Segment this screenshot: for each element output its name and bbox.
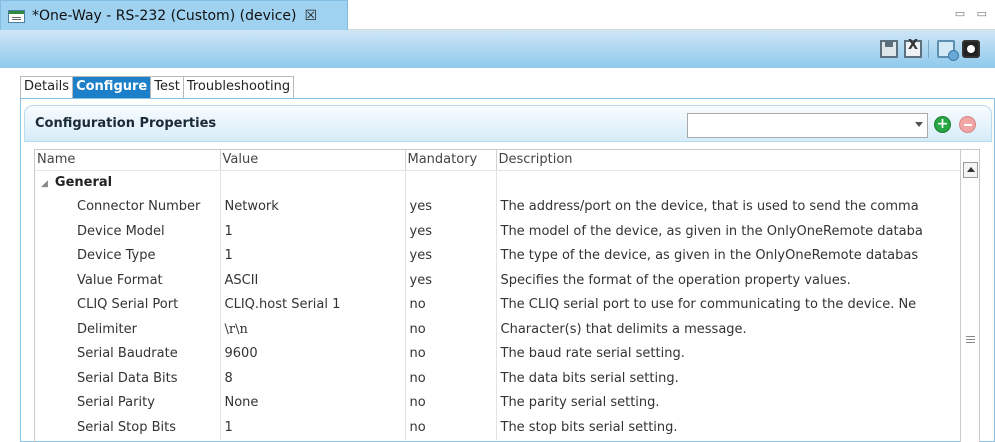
table-row[interactable]: Value Format ASCII yes Specifies the format… [35,268,961,293]
mandatory-cell: yes [405,194,497,219]
dropdown-arrow-icon[interactable] [915,122,923,127]
window-controls[interactable]: ▭ ▭ [955,7,991,20]
value-cell[interactable]: Network [220,194,406,219]
table-row[interactable]: Serial Baudrate 9600 no The baud rate seria… [35,341,961,366]
mandatory-cell: yes [405,268,497,293]
mandatory-cell: no [405,317,497,342]
description-cell: The parity serial setting. [496,390,961,415]
table-row[interactable]: Connector Number Network yes The address/po… [35,194,961,219]
mandatory-cell: no [405,292,497,317]
remove-icon[interactable] [959,116,976,133]
column-header-name[interactable]: Name [35,150,221,171]
save-all-icon[interactable]: X [904,38,922,58]
name-cell: Value Format [35,268,221,293]
name-cell: Connector Number [35,194,221,219]
description-cell: The baud rate serial setting. [496,341,961,366]
refresh-icon[interactable] [937,40,959,61]
tab-troubleshooting[interactable]: Troubleshooting [184,77,293,98]
scroll-thumb-grip-icon[interactable] [966,336,975,343]
name-cell: Device Type [35,243,221,268]
group-mandatory-cell [405,170,497,195]
section-title: Configuration Properties [35,116,217,131]
configuration-panel: Configuration Properties + Name Value Ma… [20,98,995,442]
description-cell: The address/port on the device, that is … [496,194,961,219]
close-tab-icon[interactable]: ☒ [305,8,318,24]
monitor-icon[interactable] [962,40,980,58]
group-description-cell [496,170,961,195]
editor-tab-strip: *One-Way - RS-232 (Custom) (device) ☒ ▭ … [0,0,995,31]
configuration-panel-header: Configuration Properties + [24,105,992,142]
editor-tab[interactable]: *One-Way - RS-232 (Custom) (device) ☒ [0,0,348,31]
editor-header-bar: X [0,30,995,68]
vertical-scrollbar[interactable] [960,150,980,442]
name-cell: Serial Baudrate [35,341,221,366]
mandatory-cell: no [405,390,497,415]
name-cell: CLIQ Serial Port [35,292,221,317]
value-cell[interactable]: 1 [220,415,406,440]
value-cell[interactable]: 8 [220,366,406,391]
name-cell: Device Model [35,219,221,244]
table-row[interactable]: Device Model 1 yes The model of the device,… [35,219,961,244]
mandatory-cell: no [405,415,497,440]
mandatory-cell: yes [405,243,497,268]
name-cell: Serial Parity [35,390,221,415]
table-row[interactable]: Serial Parity None no The parity serial set… [35,390,961,415]
tab-test[interactable]: Test [151,77,184,98]
mandatory-cell: no [405,341,497,366]
name-cell: Delimiter [35,317,221,342]
mandatory-cell: no [405,366,497,391]
column-header-description[interactable]: Description [496,150,961,171]
properties-table: Name Value Mandatory Description ◢ Genera… [35,150,961,440]
description-cell: The type of the device, as given in the … [496,243,961,268]
table-row[interactable]: CLIQ Serial Port CLIQ.host Serial 1 no The … [35,292,961,317]
save-all-mark: X [908,38,919,53]
editor-tab-title: *One-Way - RS-232 (Custom) (device) [32,8,297,24]
value-cell[interactable]: None [220,390,406,415]
group-label: General [54,175,113,190]
subtab-bar: Details Configure Test Troubleshooting [20,76,295,98]
group-name: ◢ General [35,170,221,195]
tab-details[interactable]: Details [21,77,74,98]
property-combo[interactable] [687,113,928,138]
save-icon[interactable] [880,40,898,58]
device-icon [8,9,25,23]
table-header-row: Name Value Mandatory Description [35,150,961,171]
value-cell[interactable]: ASCII [220,268,406,293]
column-header-value[interactable]: Value [220,150,406,171]
table-row[interactable]: Serial Stop Bits 1 no The stop bits serial … [35,415,961,440]
properties-table-container: Name Value Mandatory Description ◢ Genera… [34,149,980,442]
description-cell: Character(s) that delimits a message. [496,317,961,342]
value-cell[interactable]: 9600 [220,341,406,366]
description-cell: Specifies the format of the operation pr… [496,268,961,293]
value-cell[interactable]: CLIQ.host Serial 1 [220,292,406,317]
group-value-cell [220,170,406,195]
name-cell: Serial Data Bits [35,366,221,391]
value-cell[interactable]: 1 [220,243,406,268]
description-cell: The stop bits serial setting. [496,415,961,440]
column-header-mandatory[interactable]: Mandatory [405,150,497,171]
description-cell: The CLIQ serial port to use for communic… [496,292,961,317]
table-row[interactable]: Serial Data Bits 8 no The data bits serial … [35,366,961,391]
name-cell: Serial Stop Bits [35,415,221,440]
add-icon[interactable]: + [934,116,951,133]
table-row[interactable]: Device Type 1 yes The type of the device, a… [35,243,961,268]
description-cell: The model of the device, as given in the… [496,219,961,244]
group-row-general[interactable]: ◢ General [35,170,961,195]
value-cell[interactable]: 1 [220,219,406,244]
value-cell[interactable]: \r\n [220,317,406,342]
tab-configure[interactable]: Configure [73,77,152,98]
scroll-up-icon[interactable] [963,162,978,178]
mandatory-cell: yes [405,219,497,244]
collapse-triangle-icon[interactable]: ◢ [41,179,48,189]
description-cell: The data bits serial setting. [496,366,961,391]
toolbar-separator [928,40,929,58]
table-row[interactable]: Delimiter \r\n no Character(s) that delimit… [35,317,961,342]
